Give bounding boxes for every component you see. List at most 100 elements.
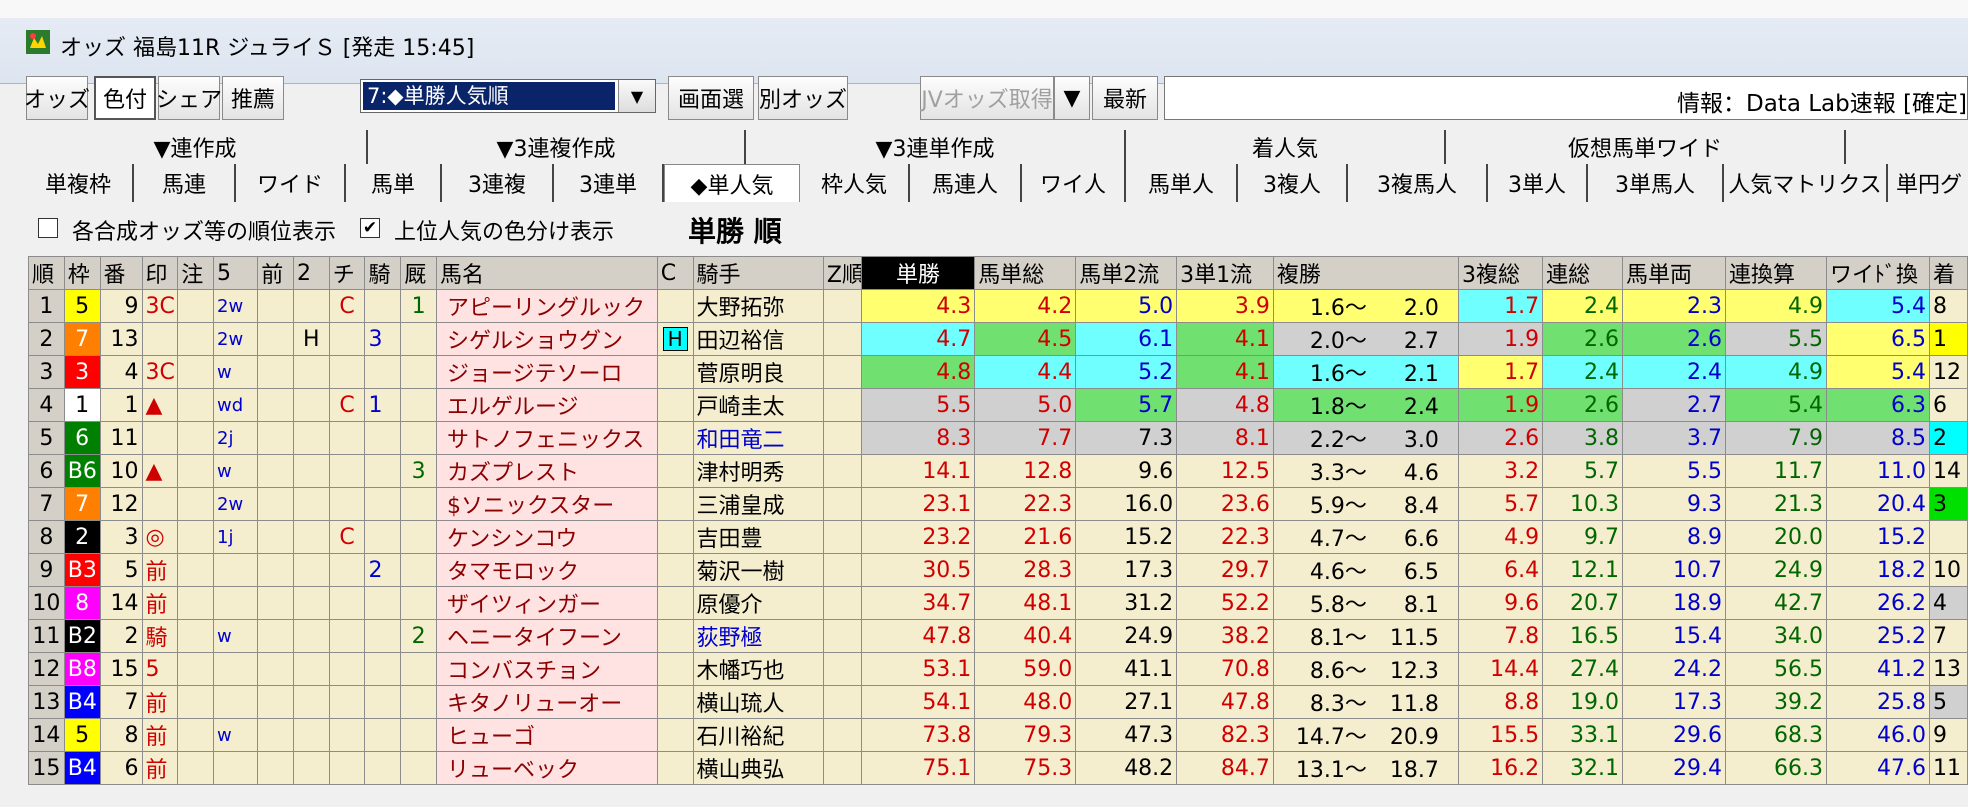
- column-header[interactable]: 馬単総: [974, 256, 1077, 290]
- column-header[interactable]: 連換算: [1725, 256, 1827, 290]
- column-header[interactable]: 騎手: [692, 256, 824, 290]
- column-header[interactable]: 複勝: [1272, 256, 1459, 290]
- table-row[interactable]: 6 B6 10 ▲ w 3 カズプレスト 津村明秀 14.1 12.8 9.6 12.5 3.3～ 4.6…: [28, 454, 1968, 488]
- tab-3renpuku[interactable]: 3連複: [442, 164, 554, 202]
- five-cell: [213, 652, 259, 686]
- tab-waku-popularity[interactable]: 枠人気: [800, 164, 910, 202]
- share-button[interactable]: シェア: [156, 76, 222, 120]
- column-header[interactable]: 騎: [364, 256, 402, 290]
- note-cell: [177, 454, 215, 488]
- tab-finish-popularity[interactable]: 着人気: [1126, 130, 1446, 164]
- stable-cell: [400, 586, 437, 620]
- column-header[interactable]: 順: [28, 256, 65, 290]
- tab-ren-create[interactable]: ▼連作成: [24, 130, 368, 164]
- five-cell: w: [213, 619, 259, 653]
- tab-umatan-popularity[interactable]: 馬単人: [1126, 164, 1238, 202]
- column-header[interactable]: 3複総: [1457, 256, 1544, 290]
- tab-wide-popularity[interactable]: ワイ人: [1022, 164, 1126, 202]
- table-row[interactable]: 14 5 8 前 w ヒューゴ 石川裕紀 73.8 79.3 47.3 82.3 14.7～ 20.9 1…: [28, 718, 1968, 752]
- finish-cell: 8: [1929, 289, 1968, 323]
- tab-popularity-matrix[interactable]: 人気マトリクス: [1724, 164, 1888, 202]
- horse-number-cell: 4: [99, 355, 143, 389]
- tab-umaren[interactable]: 馬連: [134, 164, 236, 202]
- stable-cell: [400, 652, 437, 686]
- table-row[interactable]: 8 2 3 ◎ 1j C ケンシンコウ 吉田豊 23.2 21.6 15.2 22.3 4.7～ 6.6 4…: [28, 520, 1968, 554]
- recommend-button[interactable]: 推薦: [222, 76, 284, 120]
- color-button[interactable]: 色付: [94, 76, 156, 120]
- sort-dropdown[interactable]: 7:◆単勝人気順 ▼: [360, 79, 656, 113]
- tab-virtual-umatan-wide[interactable]: 仮想馬単ワイド: [1446, 130, 1846, 164]
- rank-cell: 13: [28, 685, 65, 719]
- column-header[interactable]: 5: [213, 256, 259, 290]
- waku-cell: 7: [63, 322, 101, 356]
- tab-wide[interactable]: ワイド: [236, 164, 346, 202]
- chi-cell: [328, 751, 366, 785]
- jockey-cell: 木幡巧也: [692, 652, 824, 686]
- column-header[interactable]: Z順: [822, 256, 862, 290]
- jv-dropdown-icon[interactable]: ▼: [1054, 76, 1090, 120]
- tab-win-popularity[interactable]: ◆単人気: [664, 164, 800, 202]
- column-header[interactable]: 着: [1929, 256, 1968, 290]
- jockey-cell: 戸崎圭太: [692, 388, 824, 422]
- column-header[interactable]: C: [656, 256, 694, 290]
- tab-3tan-create[interactable]: ▼3連単作成: [746, 130, 1126, 164]
- tab-umaren-popularity[interactable]: 馬連人: [910, 164, 1022, 202]
- table-row[interactable]: 1 5 9 3C 2w C 1 アピーリングルック 大野拓弥 4.3 4.2 5.0 3.9 1.6～ 2.…: [28, 289, 1968, 323]
- prev-cell: [257, 685, 294, 719]
- column-header[interactable]: 枠: [63, 256, 101, 290]
- color-display-checkbox[interactable]: ✔: [360, 218, 380, 238]
- rank-display-checkbox[interactable]: [38, 218, 58, 238]
- horse-number-cell: 1: [99, 388, 143, 422]
- column-header[interactable]: 馬単2流: [1075, 256, 1178, 290]
- column-header[interactable]: ワイﾄﾞ換: [1825, 256, 1931, 290]
- column-header[interactable]: チ: [328, 256, 366, 290]
- column-header[interactable]: 馬名: [435, 256, 658, 290]
- column-header[interactable]: 馬単両: [1621, 256, 1727, 290]
- sanrentan-1-cell: 52.2: [1176, 586, 1274, 620]
- table-row[interactable]: 10 8 14 前 ザイツィンガー 原優介 34.7 48.1 31.2 52.2 5.8～ 8.1 9…: [28, 586, 1968, 620]
- column-header[interactable]: 3単1流: [1176, 256, 1274, 290]
- table-row[interactable]: 12 B8 15 5 コンバスチョン 木幡巧也 53.1 59.0 41.1 70.8 8.6～ 12…: [28, 652, 1968, 686]
- chevron-down-icon[interactable]: ▼: [618, 80, 655, 112]
- column-header[interactable]: 注: [177, 256, 215, 290]
- z-rank-cell: [822, 619, 862, 653]
- table-row[interactable]: 15 B4 6 前 リューベック 横山典弘 75.1 75.3 48.2 84.7 13.1～ 18.…: [28, 751, 1968, 785]
- table-row[interactable]: 9 B3 5 前 2 タマモロック 菊沢一樹 30.5 28.3 17.3 29.7 4.6～ 6.5 6…: [28, 553, 1968, 587]
- umatan-2-cell: 5.2: [1075, 355, 1178, 389]
- sanrentan-1-cell: 4.8: [1176, 388, 1274, 422]
- column-header[interactable]: 前: [257, 256, 294, 290]
- column-header[interactable]: 2: [292, 256, 330, 290]
- column-header[interactable]: 連総: [1542, 256, 1623, 290]
- table-row[interactable]: 11 B2 2 騎 w 2 ヘニータイフーン 荻野極 47.8 40.4 24.9 38.2 8.1～ 1…: [28, 619, 1968, 653]
- table-row[interactable]: 3 3 4 3C w ジョージテソーロ 菅原明良 4.8 4.4 5.2 4.1 1.6～ 2.1 1.7…: [28, 355, 1968, 389]
- odds-button[interactable]: オッズ: [24, 76, 90, 120]
- tab-3fuku-popularity[interactable]: 3複人: [1238, 164, 1348, 202]
- place-odds-max: 8.1: [1403, 593, 1439, 618]
- jv-odds-button[interactable]: JVオッズ取得: [920, 76, 1054, 120]
- tab-tanfuku-waku[interactable]: 単複枠: [24, 164, 134, 202]
- column-header[interactable]: 印: [141, 256, 179, 290]
- column-header[interactable]: 厩: [400, 256, 437, 290]
- screen-select-button[interactable]: 画面選: [668, 76, 754, 120]
- table-row[interactable]: 2 7 13 2w H 3 シゲルショウグン H 田辺裕信 4.7 4.5 6.1 4.1 2.0～ 2.7…: [28, 322, 1968, 356]
- column-header[interactable]: 単勝: [860, 256, 976, 290]
- column-header[interactable]: 番: [99, 256, 143, 290]
- other-odds-button[interactable]: 別オッズ: [758, 76, 848, 120]
- table-row[interactable]: 13 B4 7 前 キタノリューオー 横山琉人 54.1 48.0 27.1 47.8 8.3～ 11…: [28, 685, 1968, 719]
- place-odds-max: 6.6: [1403, 527, 1439, 552]
- tab-3fuku-horse-popularity[interactable]: 3複馬人: [1348, 164, 1488, 202]
- tab-3fuku-create[interactable]: ▼3連複作成: [368, 130, 746, 164]
- tab-3tan-horse-popularity[interactable]: 3単馬人: [1588, 164, 1724, 202]
- table-row[interactable]: 4 1 1 ▲ wd C 1 エルゲルージ 戸崎圭太 5.5 5.0 5.7 4.8 1.8～ 2.4 1.9…: [28, 388, 1968, 422]
- table-row[interactable]: 5 6 11 2j サトノフェニックス 和田竜二 8.3 7.7 7.3 8.1 2.2～ 3.0 2.…: [28, 421, 1968, 455]
- umatan-2-cell: 47.3: [1075, 718, 1178, 752]
- tab-umatan[interactable]: 馬単: [346, 164, 442, 202]
- tab-3tan-popularity[interactable]: 3単人: [1488, 164, 1588, 202]
- tab-3rentan[interactable]: 3連単: [554, 164, 664, 202]
- tab-tan-yen-graph[interactable]: 単円グ: [1888, 164, 1968, 202]
- c-cell: [656, 421, 694, 455]
- jockey-mark-cell: [364, 454, 402, 488]
- latest-button[interactable]: 最新: [1092, 76, 1158, 120]
- table-row[interactable]: 7 7 12 2w $ソニックスター 三浦皇成 23.1 22.3 16.0 23.6 5.9～ 8.…: [28, 487, 1968, 521]
- c-cell: [656, 454, 694, 488]
